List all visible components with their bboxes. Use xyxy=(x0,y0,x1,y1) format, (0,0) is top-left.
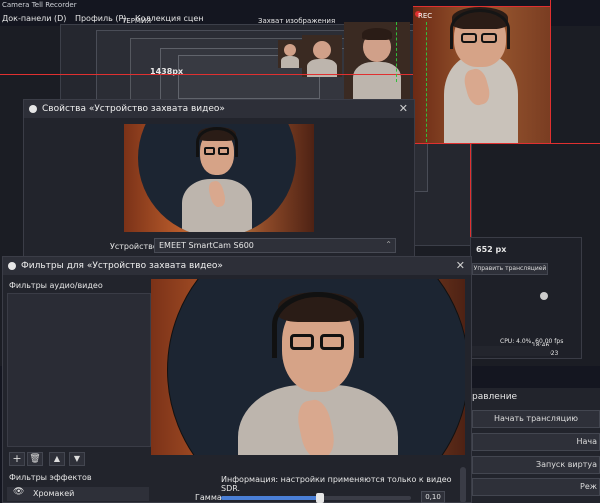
properties-titlebar: Свойства «Устройство захвата видео» ✕ xyxy=(24,100,414,118)
gamma-slider-handle[interactable] xyxy=(315,493,324,503)
stream-btn-small[interactable]: Управить трансляцией xyxy=(472,263,548,275)
filters-title: Фильтры для «Устройство захвата видео» xyxy=(21,261,223,271)
px-label-right: 652 px xyxy=(476,245,507,254)
rec-label: REC xyxy=(418,12,433,20)
cam-thumb-1 xyxy=(278,40,302,68)
gamma-value-text: 0,10 xyxy=(425,493,441,501)
taskbar-strip xyxy=(470,346,550,356)
main-menubar: Док-панели (D) Профиль (P) Коллекция сце… xyxy=(2,14,204,23)
device-select-value: EMEET SmartCam S600 xyxy=(159,241,254,250)
av-filters-list[interactable] xyxy=(7,293,151,447)
red-guide-top xyxy=(413,6,550,7)
properties-preview xyxy=(124,124,314,232)
virtual-camera-button[interactable]: Запуск виртуа xyxy=(472,456,600,474)
fx-filter-label: Хромакей xyxy=(33,489,75,498)
controls-dock: равление Начать трансляцию Нача Запуск в… xyxy=(466,388,600,503)
gamma-value[interactable]: 0,10 xyxy=(421,491,445,503)
controls-header: равление xyxy=(472,392,518,402)
glasses-right xyxy=(320,334,344,350)
menu-profile[interactable]: Профиль (P) xyxy=(75,14,126,23)
main-title: Camera Tell Recorder xyxy=(2,1,77,9)
move-up-button[interactable]: ▲ xyxy=(49,452,65,466)
red-guide-h1 xyxy=(0,74,413,75)
red-guide-v2 xyxy=(550,0,551,143)
chevron-down-icon: ⌃ xyxy=(385,240,392,249)
glasses-left xyxy=(290,334,314,350)
green-guide-v2 xyxy=(426,22,427,142)
obs-logo-icon xyxy=(29,105,37,113)
add-filter-button[interactable]: + xyxy=(9,452,25,466)
start-streaming-button[interactable]: Начать трансляцию xyxy=(472,410,600,428)
fx-filter-item[interactable]: 👁 Хромакей xyxy=(7,487,149,501)
close-icon[interactable]: ✕ xyxy=(399,100,408,118)
preview-label-center: Захват изображения xyxy=(258,17,336,25)
close-icon[interactable]: ✕ xyxy=(456,257,465,275)
move-down-button[interactable]: ▼ xyxy=(69,452,85,466)
filters-titlebar: Фильтры для «Устройство захвата видео» ✕ xyxy=(3,257,471,275)
cam-thumb-2 xyxy=(302,35,342,77)
eye-icon[interactable]: 👁 xyxy=(13,487,24,497)
cam-preview-main xyxy=(413,7,550,144)
webcam-circle-large xyxy=(167,279,465,455)
preview-label-ref: ТЕРМИЯ xyxy=(122,17,152,25)
fx-filters-header: Фильтры эффектов xyxy=(9,473,92,482)
device-label: Устройство xyxy=(110,242,158,251)
filters-dialog: Фильтры для «Устройство захвата видео» ✕… xyxy=(2,256,472,503)
red-guide-h2 xyxy=(413,143,600,144)
obs-logo-icon xyxy=(8,262,16,270)
green-guide-v xyxy=(396,22,397,82)
headset-icon xyxy=(272,292,364,358)
plus-icon-small[interactable] xyxy=(540,292,548,300)
start-recording-button[interactable]: Нача xyxy=(472,433,600,451)
device-select[interactable]: EMEET SmartCam S600 ⌃ xyxy=(154,238,396,253)
gamma-label: Гамма xyxy=(195,493,222,502)
filters-preview xyxy=(151,279,465,455)
filters-scrollbar[interactable] xyxy=(460,467,466,503)
gamma-slider-fill xyxy=(221,496,320,500)
cam-thumb-3 xyxy=(344,22,410,100)
delete-filter-button[interactable]: 🗑 xyxy=(27,452,43,466)
gamma-slider[interactable] xyxy=(221,493,411,503)
studio-mode-button[interactable]: Реж xyxy=(472,478,600,496)
properties-dialog: Свойства «Устройство захвата видео» ✕ Ус… xyxy=(23,99,415,264)
properties-title: Свойства «Устройство захвата видео» xyxy=(42,104,225,114)
av-filters-header: Фильтры аудио/видео xyxy=(9,281,103,290)
menu-docks[interactable]: Док-панели (D) xyxy=(2,14,66,23)
